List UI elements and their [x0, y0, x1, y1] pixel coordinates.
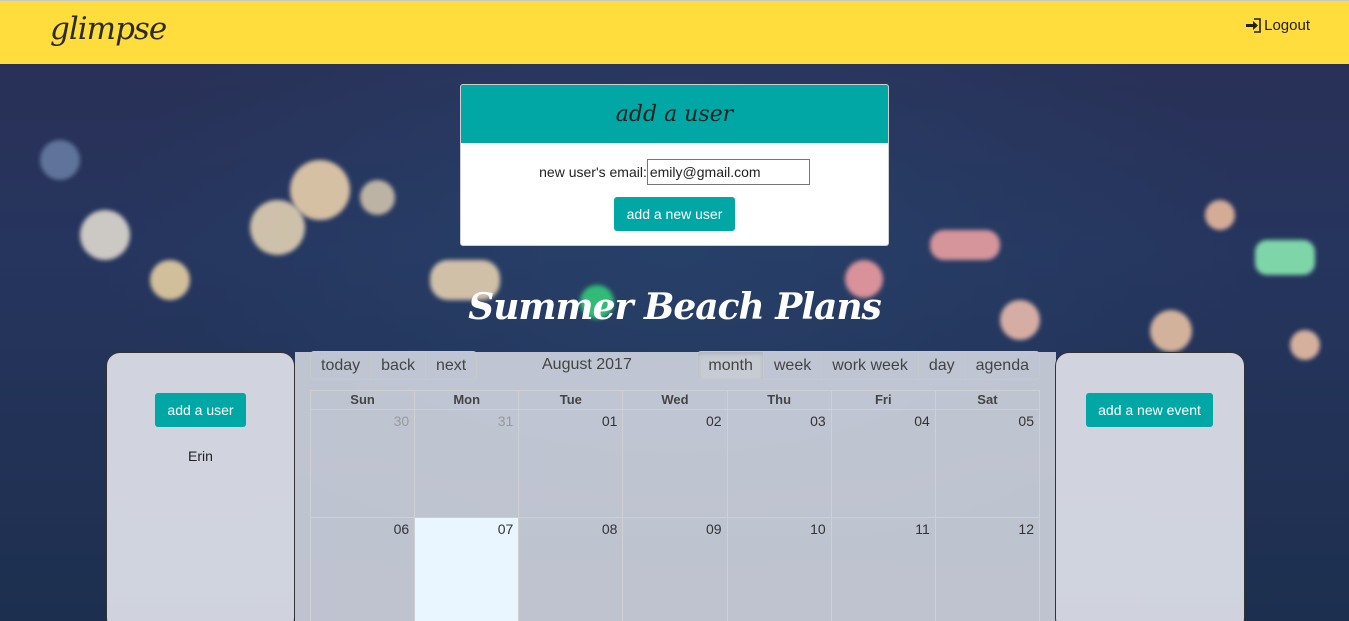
new-user-email-input[interactable]	[646, 159, 810, 185]
email-label: new user's email:	[539, 164, 647, 180]
add-new-event-button[interactable]: add a new event	[1086, 393, 1213, 427]
day-cell[interactable]: 10	[726, 518, 831, 621]
top-navbar: glimpse Logout	[0, 0, 1349, 64]
calendar-nav-group: today back next	[310, 351, 478, 380]
day-cell[interactable]: 31	[414, 410, 518, 517]
day-cell[interactable]: 09	[622, 518, 726, 621]
month-grid: Sun Mon Tue Wed Thu Fri Sat 30 31 01 02 …	[310, 390, 1040, 621]
day-cell[interactable]: 05	[934, 410, 1039, 517]
add-user-button[interactable]: add a user	[155, 393, 246, 427]
day-cell[interactable]: 01	[518, 410, 622, 517]
users-panel: add a user Erin	[106, 352, 295, 621]
view-month-button[interactable]: month	[697, 351, 764, 380]
calendar-view-group: month week work week day agenda	[697, 351, 1040, 380]
weekday-label: Tue	[518, 391, 622, 409]
add-new-user-button[interactable]: add a new user	[614, 197, 735, 231]
weekday-label: Sat	[934, 391, 1039, 409]
sign-out-icon	[1246, 18, 1261, 33]
weekday-label: Sun	[350, 392, 375, 407]
day-cell[interactable]: 12	[934, 518, 1039, 621]
day-cell[interactable]: 03	[726, 410, 831, 517]
add-user-card: add a user new user's email: add a new u…	[460, 84, 889, 246]
email-row: new user's email:	[461, 159, 888, 185]
add-user-card-title: add a user	[461, 85, 888, 143]
weekday-label: Mon	[414, 391, 518, 409]
calendar-toolbar: today back next August 2017 month week w…	[310, 351, 1040, 380]
events-panel: add a new event	[1055, 352, 1245, 621]
back-button[interactable]: back	[371, 351, 426, 380]
view-week-button[interactable]: week	[763, 351, 823, 380]
calendar-title: Summer Beach Plans	[468, 286, 882, 328]
view-day-button[interactable]: day	[918, 351, 966, 380]
day-cell[interactable]: 11	[830, 518, 935, 621]
app-logo[interactable]: glimpse	[50, 11, 167, 47]
day-cell[interactable]: 30	[311, 410, 414, 517]
view-agenda-button[interactable]: agenda	[965, 351, 1040, 380]
weekday-header: Sun Mon Tue Wed Thu Fri Sat	[311, 391, 1039, 410]
today-button[interactable]: today	[310, 351, 372, 380]
next-button[interactable]: next	[425, 351, 478, 380]
weekday-label: Wed	[622, 391, 726, 409]
week-row: 30 31 01 02 03 04 05	[311, 410, 1039, 518]
day-cell-today[interactable]: 07	[414, 518, 519, 621]
day-cell[interactable]: 02	[622, 410, 726, 517]
week-row: 06 07 08 09 10 11 12	[311, 518, 1039, 621]
weekday-label: Thu	[726, 391, 831, 409]
day-cell[interactable]: 08	[518, 518, 622, 621]
logout-label: Logout	[1264, 17, 1310, 34]
logout-link[interactable]: Logout	[1245, 17, 1310, 34]
calendar-period-label: August 2017	[542, 356, 632, 373]
day-cell[interactable]: 04	[830, 410, 935, 517]
user-list-item: Erin	[188, 448, 213, 464]
weekday-label: Fri	[830, 391, 935, 409]
day-cell[interactable]: 06	[311, 518, 414, 621]
view-work-week-button[interactable]: work week	[822, 351, 919, 380]
